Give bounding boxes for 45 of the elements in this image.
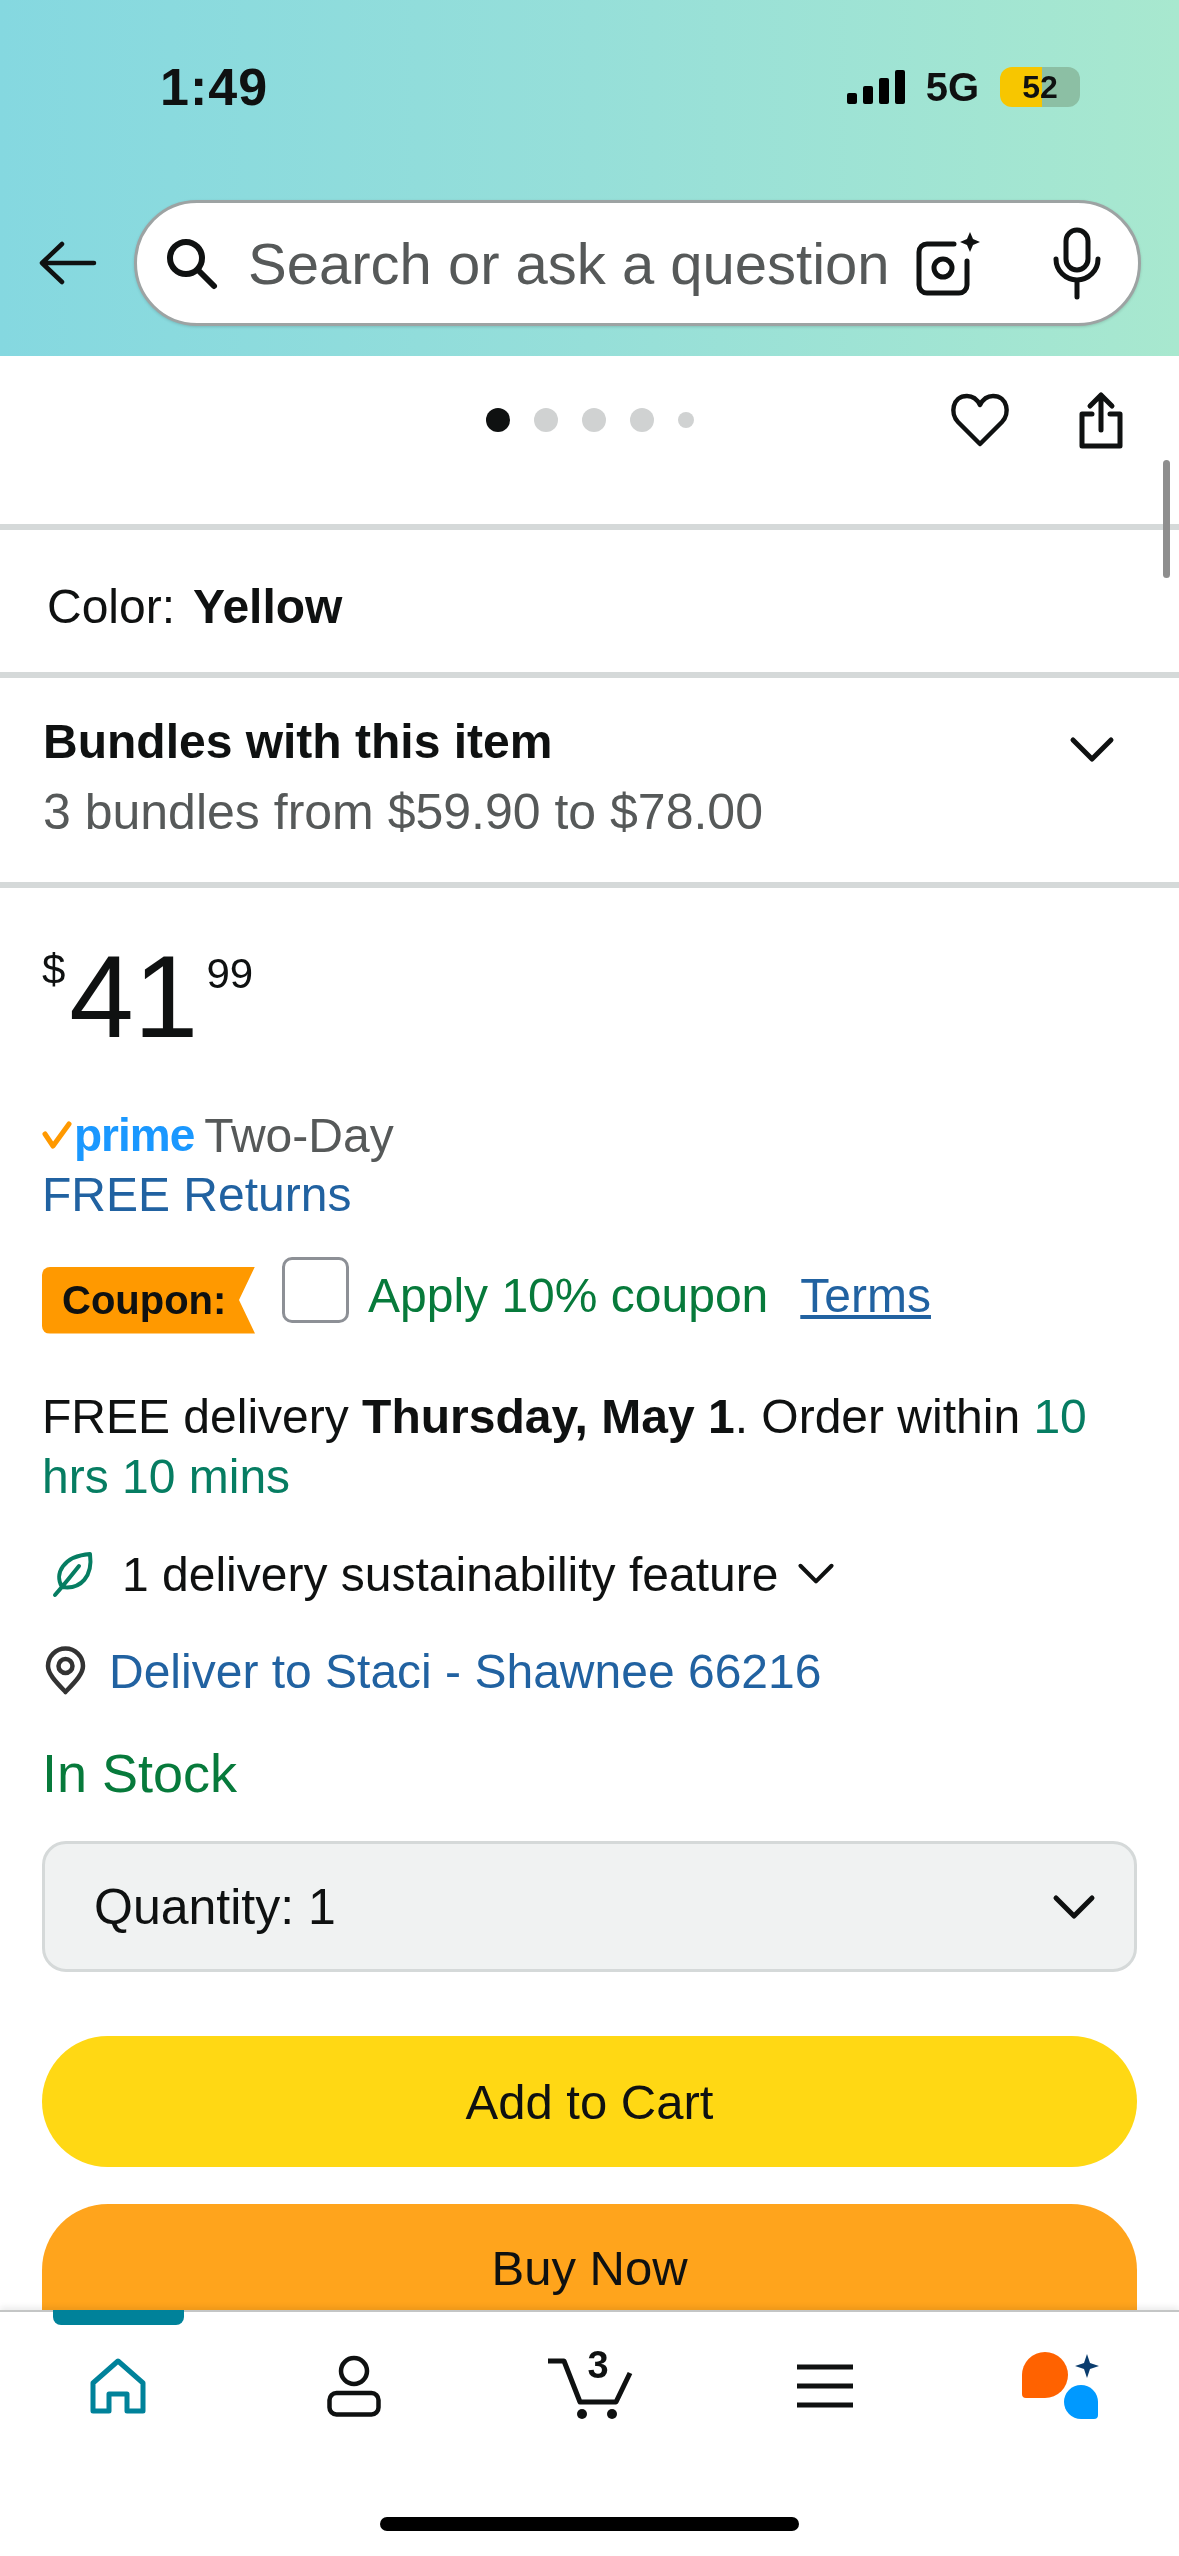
coupon-checkbox[interactable] xyxy=(282,1257,349,1323)
microphone-icon[interactable] xyxy=(1052,227,1102,299)
coupon-label[interactable]: Apply 10% coupon xyxy=(368,1267,769,1323)
search-icon xyxy=(165,237,217,289)
chevron-down-icon[interactable] xyxy=(1070,737,1114,763)
prime-logo: prime xyxy=(74,1108,195,1162)
heart-icon[interactable] xyxy=(950,392,1010,448)
search-field[interactable]: Search or ask a question xyxy=(134,200,1141,326)
delivery-message: FREE delivery Thursday, May 1. Order within 10 hrs 10 mins xyxy=(42,1389,1088,1505)
returns-link[interactable]: FREE Returns xyxy=(42,1165,352,1225)
account-icon[interactable] xyxy=(326,2355,381,2417)
buy-now-button[interactable]: Buy Now xyxy=(42,2204,1137,2310)
bundles-summary: 3 bundles from $59.90 to $78.00 xyxy=(43,783,763,842)
chevron-down-icon xyxy=(1053,1894,1095,1919)
quantity-dropdown[interactable]: Quantity: 1 xyxy=(42,1841,1137,1972)
bundles-title: Bundles with this item xyxy=(43,714,553,770)
terms-link[interactable]: Terms xyxy=(800,1267,931,1323)
delivery-speed: Two-Day xyxy=(204,1107,394,1163)
network-type: 5G xyxy=(925,64,979,110)
carousel-dot[interactable] xyxy=(677,412,694,428)
cart-count: 3 xyxy=(587,2347,609,2383)
carousel-dot[interactable] xyxy=(533,408,558,432)
leaf-icon xyxy=(51,1550,94,1598)
carousel-dot[interactable] xyxy=(581,408,606,432)
search-input[interactable]: Search or ask a question xyxy=(248,223,916,303)
coupon-badge: Coupon: xyxy=(42,1266,255,1334)
status-time: 1:49 xyxy=(160,57,269,117)
signal-icon xyxy=(846,70,905,104)
variant-label: Color: xyxy=(47,578,176,634)
share-icon[interactable] xyxy=(1077,390,1125,450)
carousel-dot[interactable] xyxy=(629,408,654,432)
add-to-cart-button[interactable]: Add to Cart xyxy=(42,2036,1137,2167)
chevron-down-icon[interactable] xyxy=(798,1563,835,1585)
deliver-to-link[interactable]: Deliver to Staci - Shawnee 66216 xyxy=(109,1643,822,1699)
check-icon xyxy=(42,1121,72,1149)
camera-sparkle-icon[interactable] xyxy=(916,230,982,296)
menu-icon[interactable] xyxy=(797,2364,854,2408)
chat-bubbles-icon[interactable] xyxy=(1022,2352,1101,2420)
location-pin-icon xyxy=(44,1647,87,1695)
variant-value: Yellow xyxy=(193,578,343,634)
sustainability-feature[interactable]: 1 delivery sustainability feature xyxy=(122,1546,779,1602)
stock-status: In Stock xyxy=(42,1742,238,1805)
back-arrow-icon[interactable] xyxy=(38,241,96,285)
carousel-dot[interactable] xyxy=(485,408,510,432)
home-icon[interactable] xyxy=(89,2358,146,2414)
